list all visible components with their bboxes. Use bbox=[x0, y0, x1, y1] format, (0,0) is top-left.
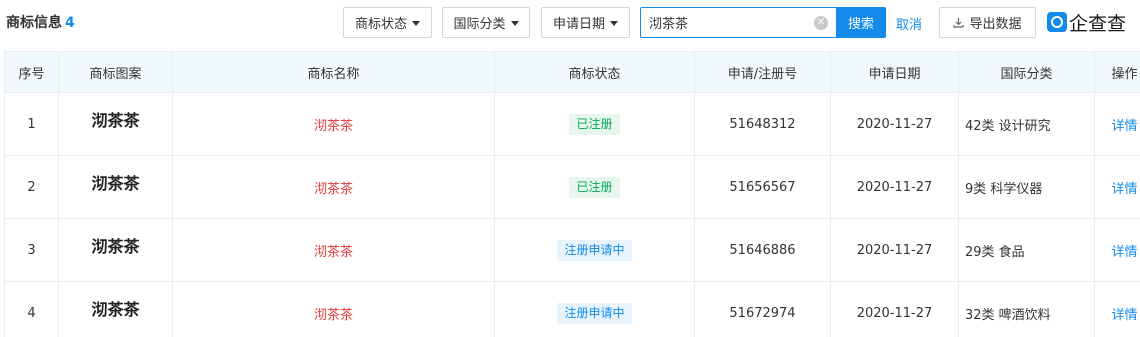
intl-class: 9类 科学仪器 bbox=[958, 155, 1095, 219]
trademark-pattern: 沏茶茶 bbox=[58, 218, 173, 282]
trademark-pattern-image: 沏茶茶 bbox=[91, 174, 140, 193]
export-button[interactable]: 导出数据 bbox=[939, 7, 1036, 38]
trademark-pattern: 沏茶茶 bbox=[58, 155, 173, 219]
apply-date: 2020-11-27 bbox=[830, 281, 959, 337]
result-count: 4 bbox=[65, 15, 75, 31]
cancel-link[interactable]: 取消 bbox=[896, 14, 922, 33]
clear-icon[interactable]: ✕ bbox=[814, 16, 828, 30]
table-row: 4 沏茶茶 沏茶茶 注册申请中 51672974 2020-11-27 32类 … bbox=[4, 281, 1140, 337]
column-header: 操作 bbox=[1094, 51, 1140, 93]
trademark-pattern: 沏茶茶 bbox=[58, 92, 173, 156]
search-input[interactable] bbox=[641, 8, 801, 37]
column-header: 国际分类 bbox=[958, 51, 1095, 93]
column-header: 申请日期 bbox=[830, 51, 959, 93]
row-index: 1 bbox=[4, 92, 59, 156]
export-label: 导出数据 bbox=[969, 17, 1022, 32]
intl-class-filter-dropdown[interactable]: 国际分类 bbox=[442, 7, 530, 38]
table-row: 1 沏茶茶 沏茶茶 已注册 51648312 2020-11-27 42类 设计… bbox=[4, 92, 1140, 156]
registration-number: 51648312 bbox=[694, 92, 831, 156]
apply-date: 2020-11-27 bbox=[830, 155, 959, 219]
status-filter-label: 商标状态 bbox=[354, 17, 407, 32]
status-badge: 注册申请中 bbox=[557, 302, 632, 324]
status-badge: 已注册 bbox=[569, 113, 620, 135]
search-box: ✕ bbox=[640, 7, 837, 38]
registration-number: 51656567 bbox=[694, 155, 831, 219]
trademark-pattern: 沏茶茶 bbox=[58, 281, 173, 337]
trademark-name: 沏茶茶 bbox=[172, 281, 495, 337]
action-cell: 详情 bbox=[1094, 155, 1140, 219]
column-header: 申请/注册号 bbox=[694, 51, 831, 93]
trademark-pattern-image: 沏茶茶 bbox=[91, 237, 140, 256]
apply-date: 2020-11-27 bbox=[830, 218, 959, 282]
detail-link[interactable]: 详情 bbox=[1111, 308, 1137, 323]
caret-down-icon bbox=[610, 20, 618, 26]
download-icon bbox=[953, 18, 965, 28]
trademark-pattern-image: 沏茶茶 bbox=[91, 111, 140, 130]
detail-link[interactable]: 详情 bbox=[1111, 182, 1137, 197]
toolbar: 商标信息4 商标状态 国际分类 申请日期 ✕ 搜索 取消 导出数据 企查查 bbox=[0, 0, 1140, 46]
column-header: 商标名称 bbox=[172, 51, 495, 93]
trademark-status: 注册申请中 bbox=[494, 281, 695, 337]
apply-date-filter-label: 申请日期 bbox=[552, 17, 605, 32]
trademark-status: 已注册 bbox=[494, 155, 695, 219]
trademark-name: 沏茶茶 bbox=[172, 218, 495, 282]
status-badge: 注册申请中 bbox=[557, 239, 632, 261]
apply-date: 2020-11-27 bbox=[830, 92, 959, 156]
brand-logo: 企查查 bbox=[1047, 9, 1126, 35]
section-title-text: 商标信息 bbox=[6, 15, 62, 31]
table-row: 3 沏茶茶 沏茶茶 注册申请中 51646886 2020-11-27 29类 … bbox=[4, 218, 1140, 282]
section-title: 商标信息 4 bbox=[6, 12, 75, 32]
trademark-table: 序号 商标图案 商标名称 商标状态 申请/注册号 申请日期 国际分类 操作 1 … bbox=[4, 51, 1140, 337]
column-header: 商标图案 bbox=[58, 51, 173, 93]
detail-link[interactable]: 详情 bbox=[1111, 245, 1137, 260]
action-cell: 详情 bbox=[1094, 92, 1140, 156]
trademark-name: 沏茶茶 bbox=[172, 92, 495, 156]
registration-number: 51646886 bbox=[694, 218, 831, 282]
row-index: 4 bbox=[4, 281, 59, 337]
status-filter-dropdown[interactable]: 商标状态 bbox=[343, 7, 432, 38]
apply-date-filter-dropdown[interactable]: 申请日期 bbox=[541, 7, 630, 38]
action-cell: 详情 bbox=[1094, 281, 1140, 337]
trademark-pattern-image: 沏茶茶 bbox=[91, 300, 140, 319]
registration-number: 51672974 bbox=[694, 281, 831, 337]
caret-down-icon bbox=[510, 20, 519, 26]
intl-class: 32类 啤酒饮料 bbox=[958, 281, 1095, 337]
intl-class: 29类 食品 bbox=[958, 218, 1095, 282]
intl-class: 42类 设计研究 bbox=[958, 92, 1095, 156]
row-index: 3 bbox=[4, 218, 59, 282]
column-header: 序号 bbox=[4, 51, 59, 93]
trademark-status: 注册申请中 bbox=[494, 218, 695, 282]
action-cell: 详情 bbox=[1094, 218, 1140, 282]
detail-link[interactable]: 详情 bbox=[1111, 119, 1137, 134]
table-header-row: 序号 商标图案 商标名称 商标状态 申请/注册号 申请日期 国际分类 操作 bbox=[4, 51, 1140, 93]
trademark-name: 沏茶茶 bbox=[172, 155, 495, 219]
column-header: 商标状态 bbox=[494, 51, 695, 93]
search-button[interactable]: 搜索 bbox=[836, 7, 886, 38]
table-row: 2 沏茶茶 沏茶茶 已注册 51656567 2020-11-27 9类 科学仪… bbox=[4, 155, 1140, 219]
caret-down-icon bbox=[412, 20, 420, 26]
logo-text: 企查查 bbox=[1069, 12, 1127, 35]
status-badge: 已注册 bbox=[569, 176, 620, 198]
trademark-status: 已注册 bbox=[494, 92, 695, 156]
logo-mark-icon bbox=[1047, 12, 1067, 32]
intl-class-filter-label: 国际分类 bbox=[453, 17, 506, 32]
row-index: 2 bbox=[4, 155, 59, 219]
